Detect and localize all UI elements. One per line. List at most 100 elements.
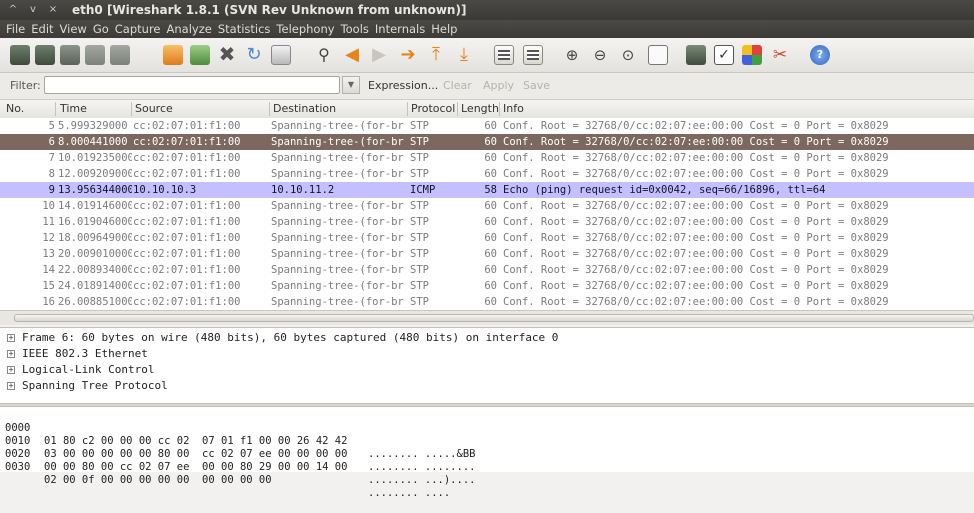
capture-filters-icon[interactable] [686,45,706,65]
window-controls: ^ v × [6,3,60,17]
hex-offset: 0030 [5,461,31,473]
packet-row[interactable]: 16 26.008851000 cc:02:07:01:f1:00 Spanning-… [0,294,974,310]
packet-row[interactable]: 7 10.019235000 cc:02:07:01:f1:00 Spanning-t… [0,150,974,166]
expand-icon[interactable]: + [7,382,15,390]
packet-time: 18.009649000 [58,232,132,244]
packet-protocol: STP [410,264,429,276]
packet-row[interactable]: 15 24.018914000 cc:02:07:01:f1:00 Spanning-… [0,278,974,294]
packet-row[interactable]: 5 5.999329000 cc:02:07:01:f1:00 Spanning-tr… [0,118,974,134]
minimize-icon[interactable]: ^ [6,3,20,17]
packet-row[interactable]: 12 18.009649000 cc:02:07:01:f1:00 Spanning-… [0,230,974,246]
close-file-icon[interactable]: ✖ [217,44,237,65]
save-button[interactable]: Save [523,79,550,92]
column-length[interactable]: Length [461,102,499,115]
column-source[interactable]: Source [135,102,173,115]
detail-row-llc[interactable]: + Logical-Link Control [0,362,974,378]
preferences-icon[interactable]: ✂ [770,45,790,65]
start-capture-icon[interactable] [60,45,80,65]
go-back-icon[interactable]: ◀ [342,45,362,65]
detail-row-frame[interactable]: + Frame 6: 60 bytes on wire (480 bits), … [0,330,974,346]
packet-details-pane[interactable]: + Frame 6: 60 bytes on wire (480 bits), … [0,327,974,404]
hex-bytes: 02 00 0f 00 00 00 00 00 00 00 00 00 [44,474,272,486]
detail-row-ethernet[interactable]: + IEEE 802.3 Ethernet [0,346,974,362]
menu-edit[interactable]: Edit [31,20,57,38]
menu-analyze[interactable]: Analyze [167,20,216,38]
packet-info: Echo (ping) request id=0x0042, seq=66/16… [503,184,826,196]
zoom-out-icon[interactable]: ⊖ [590,45,610,65]
hex-row[interactable]: 0010 03 00 00 00 00 00 80 00 cc 02 07 ee… [0,422,974,473]
auto-scroll-icon[interactable] [523,45,543,65]
help-icon[interactable]: ? [810,45,830,65]
capture-options-icon[interactable] [35,45,55,65]
menu-statistics[interactable]: Statistics [218,20,275,38]
packet-row[interactable]: 9 13.956344000 10.10.10.3 10.10.11.2 ICMP 58 E… [0,182,974,198]
open-file-icon[interactable] [163,45,183,65]
expand-icon[interactable]: + [7,334,15,342]
detail-row-stp[interactable]: + Spanning Tree Protocol [0,378,974,394]
column-no[interactable]: No. [6,102,24,115]
save-file-icon[interactable] [190,45,210,65]
coloring-rules-icon[interactable] [742,45,762,65]
packet-source: cc:02:07:01:f1:00 [133,120,241,132]
packet-row[interactable]: 13 20.009010000 cc:02:07:01:f1:00 Spanning-… [0,246,974,262]
menu-internals[interactable]: Internals [375,20,429,38]
interface-list-icon[interactable] [10,45,30,65]
close-icon[interactable]: × [46,3,60,17]
resize-columns-icon[interactable] [648,45,668,65]
column-destination[interactable]: Destination [273,102,336,115]
packet-number: 15 [42,280,55,292]
find-packet-icon[interactable]: ⚲ [314,45,334,65]
reload-icon[interactable]: ↻ [244,45,264,65]
menu-bar: File Edit View Go Capture Analyze Statis… [0,20,974,38]
hex-row[interactable]: 0030 02 00 0f 00 00 00 00 00 00 00 00 00… [0,448,974,499]
clear-button[interactable]: Clear [443,79,472,92]
packet-protocol: STP [410,280,429,292]
menu-help[interactable]: Help [431,20,461,38]
scrollbar-thumb[interactable] [14,314,974,322]
display-filters-icon[interactable]: ✓ [714,45,734,65]
menu-file[interactable]: File [6,20,29,38]
hex-row[interactable]: 0000 01 80 c2 00 00 00 cc 02 07 01 f1 00… [0,409,974,460]
packet-source: cc:02:07:01:f1:00 [133,264,241,276]
hex-row[interactable]: 0020 00 00 80 00 cc 02 07 ee 00 00 80 29… [0,435,974,486]
packet-destination: Spanning-tree-(for-br [271,200,404,212]
expression-button[interactable]: Expression... [368,79,438,92]
colorize-icon[interactable] [494,45,514,65]
packet-protocol: ICMP [410,184,436,196]
packet-row[interactable]: 11 16.019046000 cc:02:07:01:f1:00 Spanning-… [0,214,974,230]
normal-size-icon[interactable]: ⊙ [618,45,638,65]
filter-input[interactable] [44,76,340,94]
column-protocol[interactable]: Protocol [411,102,455,115]
packet-row[interactable]: 8 12.009209000 cc:02:07:01:f1:00 Spanning-t… [0,166,974,182]
menu-go[interactable]: Go [93,20,113,38]
hex-ascii: ........ ...).... [368,474,476,486]
menu-telephony[interactable]: Telephony [276,20,338,38]
go-to-packet-icon[interactable]: ➔ [398,45,418,65]
stop-capture-icon[interactable] [85,45,105,65]
apply-button[interactable]: Apply [483,79,514,92]
packet-list[interactable]: 5 5.999329000 cc:02:07:01:f1:00 Spanning-tr… [0,118,974,310]
packet-row[interactable]: 14 22.008934000 cc:02:07:01:f1:00 Spanning-… [0,262,974,278]
menu-view[interactable]: View [60,20,91,38]
go-forward-icon[interactable]: ▶ [369,45,389,65]
packet-row[interactable]: 10 14.019146000 cc:02:07:01:f1:00 Spanning-… [0,198,974,214]
packet-number: 7 [48,152,55,164]
print-icon[interactable] [271,45,291,65]
column-info[interactable]: Info [503,102,524,115]
restart-capture-icon[interactable] [110,45,130,65]
maximize-icon[interactable]: v [26,3,40,17]
packet-time: 5.999329000 [58,120,128,132]
packet-row[interactable]: 6 8.000441000 cc:02:07:01:f1:00 Spanning-tr… [0,134,974,150]
menu-tools[interactable]: Tools [341,20,373,38]
zoom-in-icon[interactable]: ⊕ [562,45,582,65]
packet-destination: Spanning-tree-(for-br [271,216,404,228]
filter-dropdown-icon[interactable]: ▼ [342,76,360,94]
expand-icon[interactable]: + [7,366,15,374]
packet-list-scrollbar[interactable] [0,310,974,325]
go-first-icon[interactable]: ⤒ [426,45,446,65]
menu-capture[interactable]: Capture [115,20,165,38]
go-last-icon[interactable]: ⤓ [454,45,474,65]
column-time[interactable]: Time [60,102,87,115]
packet-bytes-pane[interactable]: 0000 01 80 c2 00 00 00 cc 02 07 01 f1 00… [0,407,974,499]
expand-icon[interactable]: + [7,350,15,358]
